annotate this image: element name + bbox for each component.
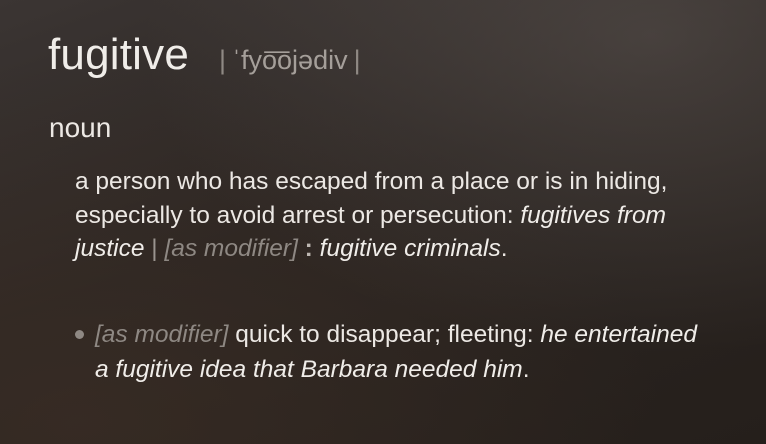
sense-2-period: .: [522, 356, 530, 383]
sense-2-text: [as modifier] quick to disappear; fleeti…: [95, 317, 715, 387]
sense-1-example-2: fugitive criminals: [319, 235, 501, 262]
pronunciation-bar-open: |: [219, 45, 227, 75]
sense-2-definition: quick to disappear; fleeting:: [228, 321, 541, 348]
headword: fugitive: [48, 30, 190, 79]
sense-1-colon: :: [297, 235, 320, 262]
sense-1-period: .: [500, 235, 508, 262]
sense-1-modifier-label: [as modifier]: [164, 235, 298, 262]
headword-row: fugitive | ˈfyo͞ojədiv |: [48, 30, 361, 80]
pronunciation-bar-close: |: [353, 45, 361, 75]
sense-1: a person who has escaped from a place or…: [75, 165, 715, 266]
bullet-icon: [75, 330, 84, 339]
sense-2: [as modifier] quick to disappear; fleeti…: [75, 317, 715, 387]
sense-2-modifier-label: [as modifier]: [95, 321, 229, 348]
pronunciation-ipa: ˈfyo͞ojədiv: [232, 45, 348, 75]
sense-1-separator: |: [144, 235, 165, 262]
dictionary-panel: fugitive | ˈfyo͞ojədiv | noun a person who…: [0, 0, 766, 444]
part-of-speech: noun: [49, 112, 112, 143]
pronunciation: | ˈfyo͞ojədiv |: [219, 45, 361, 76]
